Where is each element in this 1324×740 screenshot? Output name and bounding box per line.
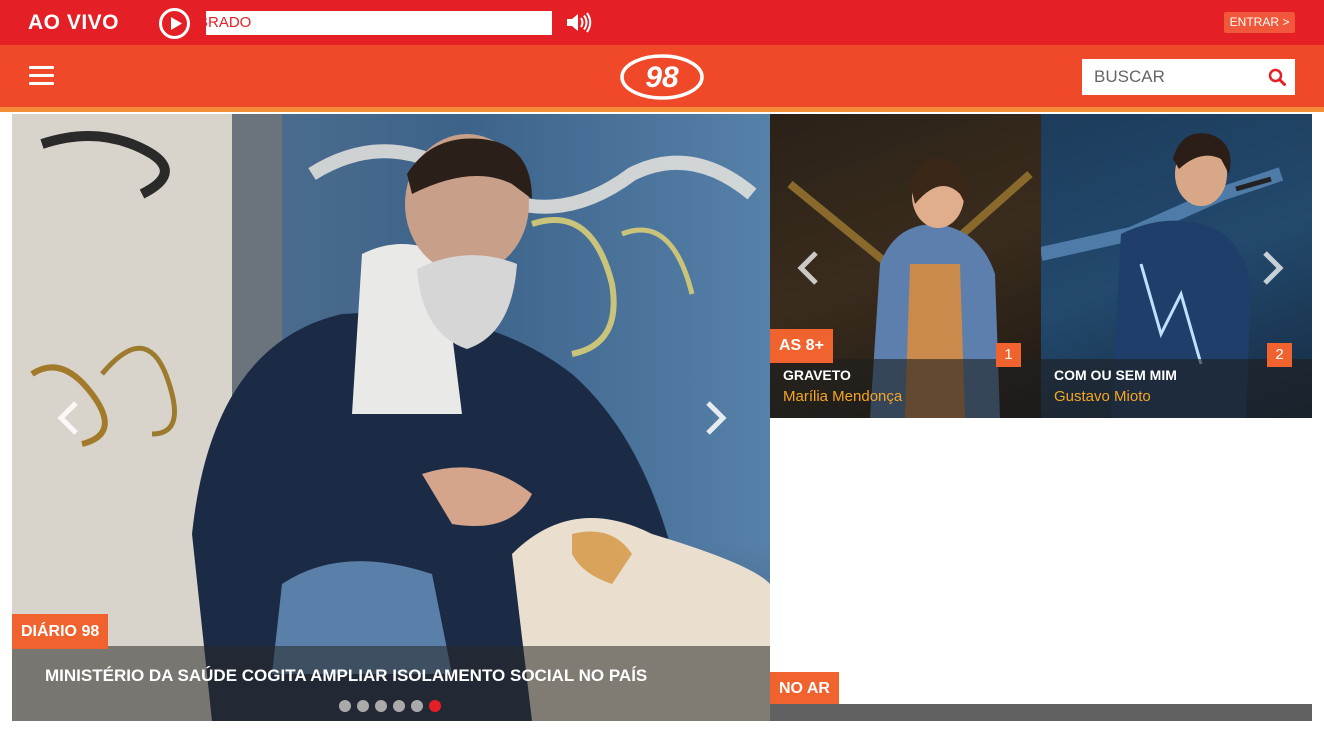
- top8-panel: GRAVETO Marília Mendonça 1 COM OU SEM MI…: [770, 114, 1312, 418]
- top8-card[interactable]: GRAVETO Marília Mendonça 1: [770, 114, 1041, 418]
- now-playing-ticker: BRADO: [206, 11, 552, 35]
- main-news-slider[interactable]: MINISTÉRIO DA SAÚDE COGITA AMPLIAR ISOLA…: [12, 114, 770, 721]
- rank-badge: 2: [1267, 343, 1292, 367]
- slide-headline[interactable]: MINISTÉRIO DA SAÚDE COGITA AMPLIAR ISOLA…: [45, 666, 647, 686]
- play-icon: [171, 17, 182, 30]
- slider-dot[interactable]: [375, 700, 387, 712]
- song-title[interactable]: GRAVETO: [783, 367, 851, 383]
- top8-card[interactable]: COM OU SEM MIM Gustavo Mioto 2: [1041, 114, 1312, 418]
- slider-dot[interactable]: [357, 700, 369, 712]
- slider-dot[interactable]: [411, 700, 423, 712]
- site-logo[interactable]: 98: [620, 53, 704, 101]
- song-artist[interactable]: Marília Mendonça: [783, 388, 902, 405]
- top8-tag[interactable]: AS 8+: [770, 329, 833, 363]
- live-label: AO VIVO: [28, 11, 120, 34]
- slider-dot[interactable]: [339, 700, 351, 712]
- on-air-tag[interactable]: NO AR: [770, 672, 839, 706]
- chevron-right-icon[interactable]: [702, 400, 728, 436]
- logo-text: 98: [645, 61, 679, 94]
- song-info: GRAVETO Marília Mendonça: [770, 359, 1041, 418]
- login-button[interactable]: ENTRAR >: [1224, 12, 1295, 33]
- volume-icon[interactable]: [566, 12, 593, 33]
- rank-badge: 1: [996, 343, 1021, 367]
- menu-icon[interactable]: [29, 66, 54, 86]
- site-header: 98: [0, 45, 1324, 108]
- category-tag[interactable]: DIÁRIO 98: [12, 614, 109, 649]
- slide-image: [12, 114, 770, 721]
- song-title[interactable]: COM OU SEM MIM: [1054, 367, 1177, 383]
- on-air-bar: [770, 704, 1312, 721]
- chevron-left-icon[interactable]: [56, 400, 82, 436]
- live-bar: AO VIVO BRADO ENTRAR >: [0, 0, 1324, 45]
- chevron-right-icon[interactable]: [1259, 250, 1285, 286]
- song-artist[interactable]: Gustavo Mioto: [1054, 388, 1151, 405]
- search-box: [1082, 59, 1295, 95]
- search-input[interactable]: [1082, 59, 1262, 95]
- header-stripe: [0, 107, 1324, 112]
- song-info: COM OU SEM MIM Gustavo Mioto: [1041, 359, 1312, 418]
- chevron-left-icon[interactable]: [796, 250, 822, 286]
- now-playing-text: BRADO: [206, 14, 252, 31]
- search-icon[interactable]: [1268, 68, 1286, 86]
- slider-dot-active[interactable]: [429, 700, 441, 712]
- play-button[interactable]: [159, 8, 190, 39]
- slider-pagination: [339, 700, 441, 712]
- slider-dot[interactable]: [393, 700, 405, 712]
